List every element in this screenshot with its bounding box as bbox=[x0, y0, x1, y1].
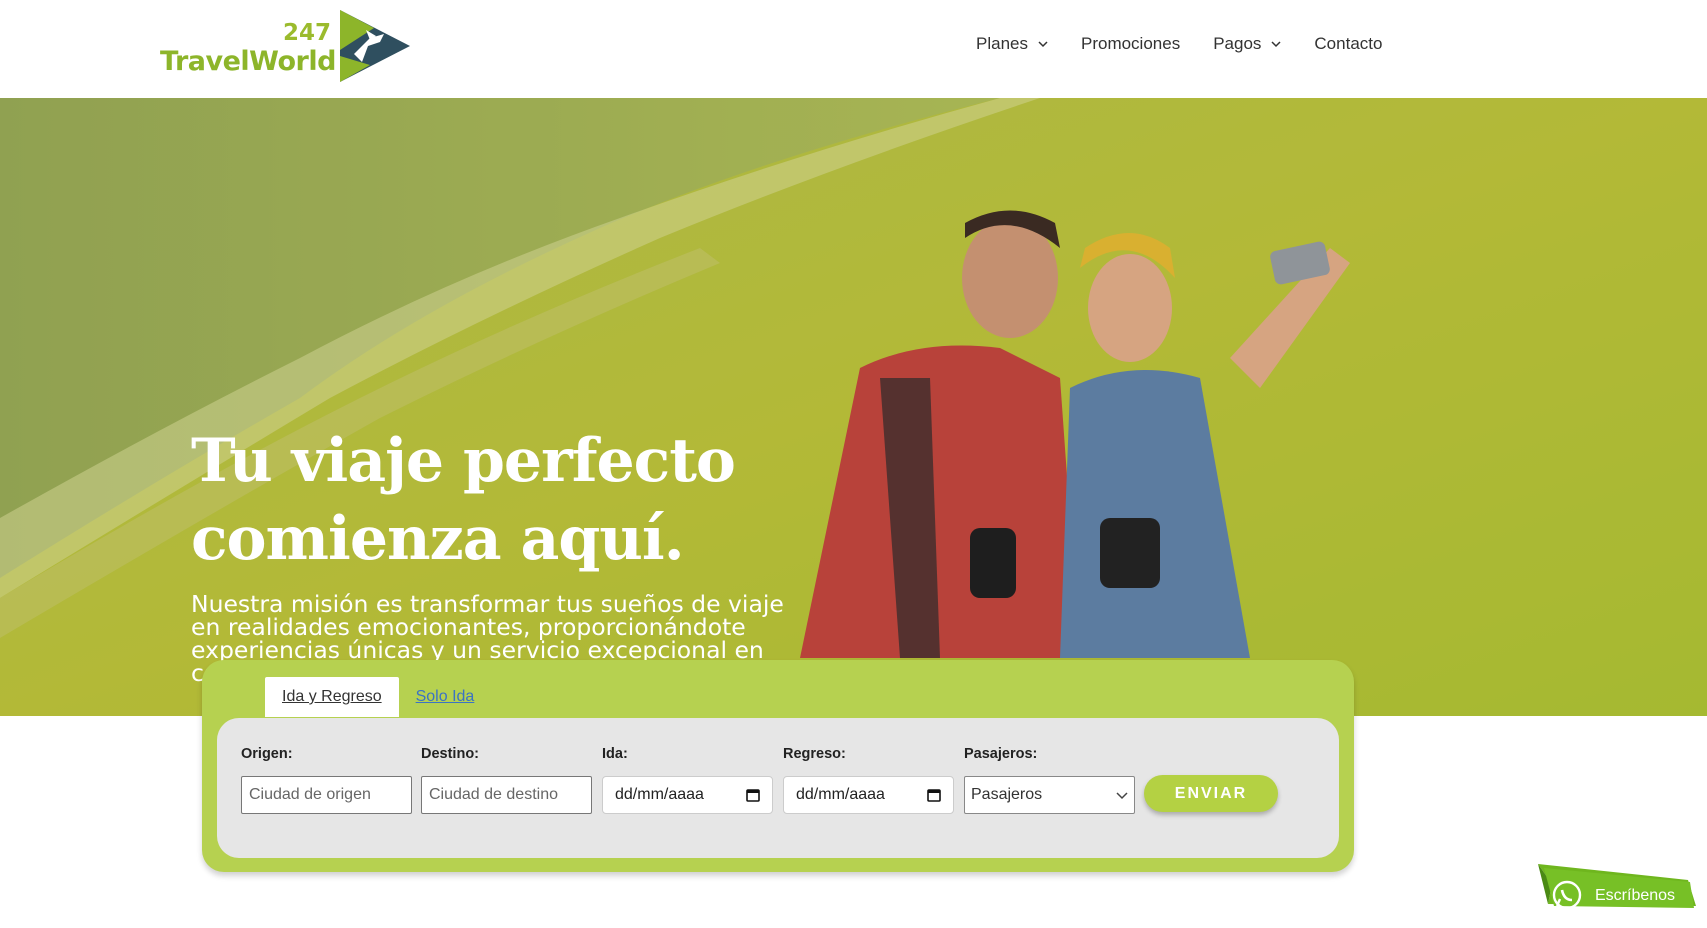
calendar-icon[interactable] bbox=[746, 788, 760, 802]
chevron-down-icon bbox=[1271, 41, 1281, 48]
booking-tabs: Ida y Regreso Solo Ida bbox=[265, 677, 491, 717]
nav-item-label: Contacto bbox=[1314, 34, 1383, 53]
logo[interactable]: 247 TravelWorld bbox=[160, 10, 410, 84]
nav-item-planes[interactable]: Planes bbox=[976, 34, 1048, 54]
chevron-down-icon bbox=[1116, 792, 1128, 800]
passengers-selected: Pasajeros bbox=[971, 786, 1043, 803]
nav-item-label: Planes bbox=[976, 34, 1028, 53]
departure-date-input[interactable]: dd/mm/aaaa bbox=[602, 776, 773, 814]
whatsapp-button[interactable]: Escríbenos bbox=[1538, 862, 1696, 920]
plane-arrow-logo-icon bbox=[340, 10, 410, 82]
hero-title: Tu viaje perfecto comienza aquí. bbox=[191, 426, 736, 574]
destination-field-group: Destino: Ciudad de destino bbox=[421, 746, 592, 814]
origin-field-group: Origen: Ciudad de origen bbox=[241, 746, 412, 814]
main-nav: Planes Promociones Pagos Contacto bbox=[976, 34, 1382, 54]
origin-input[interactable]: Ciudad de origen bbox=[241, 776, 412, 814]
calendar-icon[interactable] bbox=[927, 788, 941, 802]
return-field-group: Regreso: dd/mm/aaaa bbox=[783, 746, 954, 814]
passengers-label: Pasajeros: bbox=[964, 746, 1038, 762]
nav-item-label: Promociones bbox=[1080, 34, 1181, 53]
return-date-input[interactable]: dd/mm/aaaa bbox=[783, 776, 954, 814]
departure-date-value: dd/mm/aaaa bbox=[615, 786, 704, 803]
hero-section: Tu viaje perfecto comienza aquí. Nuestra… bbox=[0, 98, 1707, 716]
passengers-select[interactable]: Pasajeros bbox=[964, 776, 1135, 814]
tab-ida-y-regreso[interactable]: Ida y Regreso bbox=[265, 677, 399, 717]
logo-number: 247 bbox=[283, 20, 332, 46]
departure-label: Ida: bbox=[602, 746, 628, 762]
tab-solo-ida[interactable]: Solo Ida bbox=[399, 677, 492, 717]
nav-item-label: Pagos bbox=[1213, 34, 1262, 53]
nav-item-pagos[interactable]: Pagos bbox=[1213, 34, 1281, 54]
destination-label: Destino: bbox=[421, 746, 479, 762]
return-date-value: dd/mm/aaaa bbox=[796, 786, 885, 803]
whatsapp-label: Escríbenos bbox=[1595, 887, 1676, 904]
chevron-down-icon bbox=[1038, 41, 1048, 48]
logo-word: TravelWorld bbox=[160, 46, 336, 77]
nav-item-promociones[interactable]: Promociones bbox=[1081, 34, 1180, 54]
site-header: 247 TravelWorld Planes Promociones Pagos… bbox=[0, 0, 1707, 98]
submit-button[interactable]: ENVIAR bbox=[1144, 775, 1278, 812]
booking-form: Origen: Ciudad de origen Destino: Ciudad… bbox=[217, 718, 1339, 858]
return-label: Regreso: bbox=[783, 746, 846, 762]
passengers-field-group: Pasajeros: Pasajeros bbox=[964, 746, 1135, 814]
departure-field-group: Ida: dd/mm/aaaa bbox=[602, 746, 773, 814]
origin-label: Origen: bbox=[241, 746, 293, 762]
nav-item-contacto[interactable]: Contacto bbox=[1314, 34, 1382, 54]
destination-input[interactable]: Ciudad de destino bbox=[421, 776, 592, 814]
